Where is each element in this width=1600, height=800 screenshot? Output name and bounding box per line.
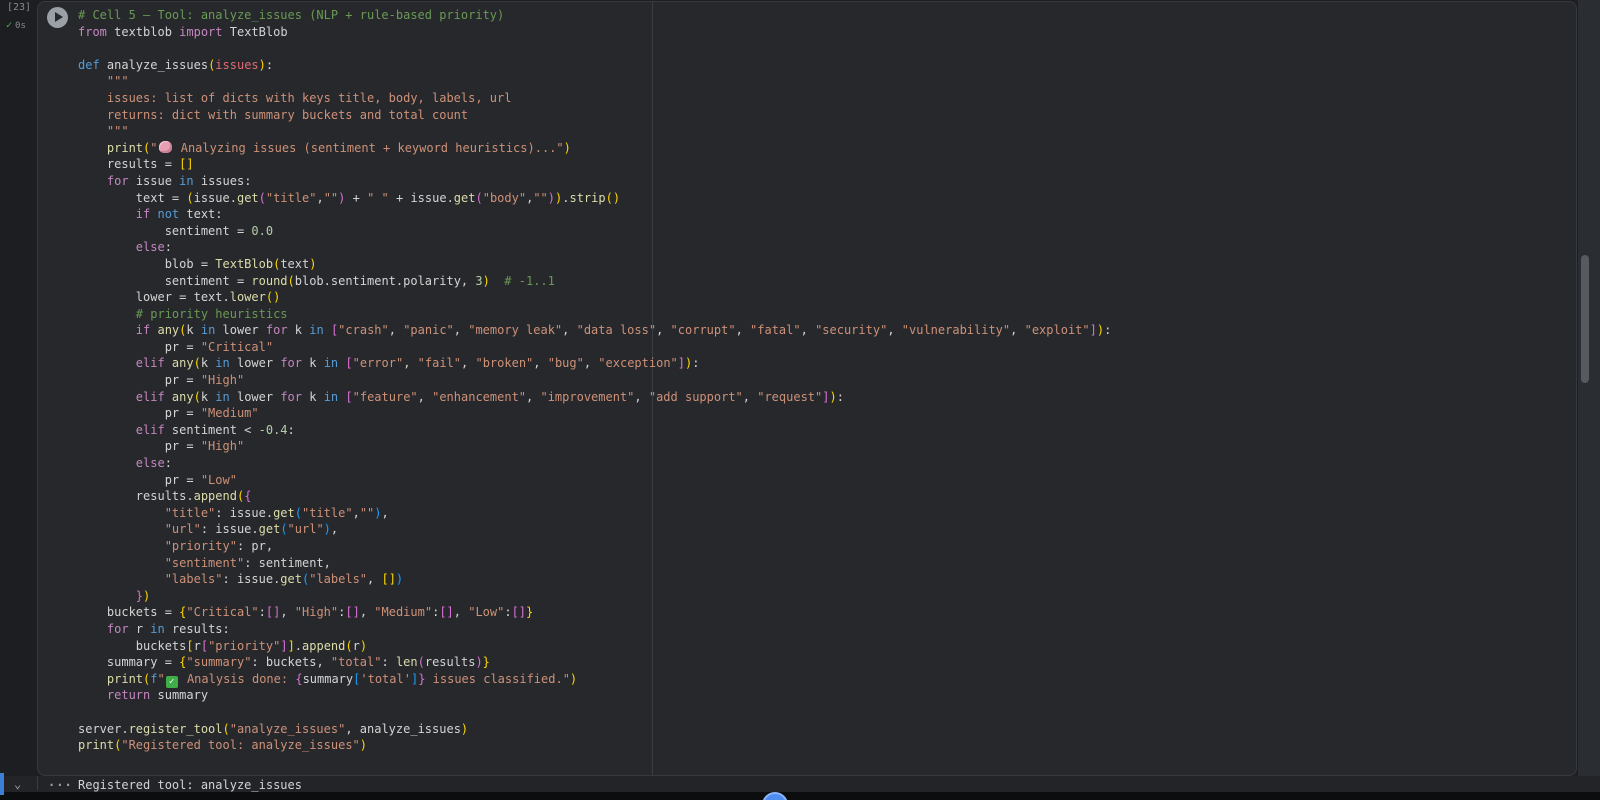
code-line: """ bbox=[78, 124, 129, 139]
code-line: for r in results: bbox=[106, 621, 230, 636]
code-line: return summary bbox=[106, 688, 209, 703]
code-line: # priority heuristics bbox=[135, 306, 288, 321]
code-line: print(" Analyzing issues (sentiment + ke… bbox=[106, 140, 571, 155]
code-line: sentiment = round(blob.sentiment.polarit… bbox=[78, 273, 555, 288]
scrollbar-thumb[interactable] bbox=[1581, 255, 1589, 383]
code-line: summary = {"summary": buckets, "total": … bbox=[78, 655, 490, 670]
code-line: "title": issue.get("title",""), bbox=[164, 505, 389, 520]
code-line: returns: dict with summary buckets and t… bbox=[78, 107, 469, 122]
code-line: results.append({ bbox=[78, 489, 252, 504]
code-line: sentiment = 0.0 bbox=[78, 223, 274, 238]
cell-output-area: ⌄ ... Registered tool: analyze_issues bbox=[0, 775, 1600, 792]
code-line: from textblob import TextBlob bbox=[78, 24, 288, 39]
cell-status: ✓ 0s bbox=[6, 15, 26, 33]
code-line: pr = "Medium" bbox=[78, 406, 259, 421]
code-line: else: bbox=[135, 240, 172, 255]
run-cell-button[interactable] bbox=[47, 7, 68, 28]
output-text: Registered tool: analyze_issues bbox=[78, 778, 302, 792]
output-left-separator bbox=[37, 776, 38, 790]
code-line: blob = TextBlob(text) bbox=[78, 256, 317, 271]
code-line: "sentiment": sentiment, bbox=[164, 555, 331, 570]
focus-indicator-bar bbox=[0, 773, 4, 795]
code-line: pr = "High" bbox=[78, 373, 245, 388]
code-line: if any(k in lower for k in ["crash", "pa… bbox=[135, 323, 1112, 338]
code-line: if not text: bbox=[135, 207, 223, 222]
code-line: results = [] bbox=[78, 157, 194, 172]
success-check-icon: ✓ bbox=[6, 20, 13, 31]
code-line: pr = "High" bbox=[78, 439, 245, 454]
code-line: elif any(k in lower for k in ["error", "… bbox=[135, 356, 700, 371]
code-line: "priority": pr, bbox=[164, 539, 274, 553]
code-cell-editor[interactable]: # Cell 5 — Tool: analyze_issues (NLP + r… bbox=[37, 1, 1577, 776]
execution-time: 0s bbox=[15, 21, 26, 31]
code-line: buckets = {"Critical":[], "High":[], "Me… bbox=[78, 605, 534, 620]
check-emoji-icon bbox=[165, 675, 178, 688]
brain-emoji-icon bbox=[158, 140, 172, 153]
cell-gutter: [23] ✓ 0s bbox=[0, 0, 37, 776]
code-line: """ bbox=[78, 74, 129, 89]
collapse-output-chevron-icon[interactable]: ⌄ bbox=[14, 777, 21, 791]
code-line: print("Registered tool: analyze_issues") bbox=[78, 738, 368, 753]
code-line: pr = "Low" bbox=[78, 472, 237, 487]
code-line: "labels": issue.get("labels", []) bbox=[164, 572, 404, 587]
code-line: elif any(k in lower for k in ["feature",… bbox=[135, 389, 844, 404]
code-line: pr = "Critical" bbox=[78, 339, 274, 354]
execution-count: [23] bbox=[7, 2, 32, 13]
output-menu-ellipsis-icon[interactable]: ... bbox=[48, 775, 73, 789]
code-lines[interactable]: # Cell 5 — Tool: analyze_issues (NLP + r… bbox=[78, 7, 1572, 771]
code-line: }) bbox=[135, 588, 151, 603]
bottom-bar bbox=[0, 792, 1600, 800]
code-line: for issue in issues: bbox=[106, 173, 252, 188]
code-line: buckets[r["priority"]].append(r) bbox=[78, 638, 368, 653]
code-line: issues: list of dicts with keys title, b… bbox=[78, 90, 512, 105]
code-line: lower = text.lower() bbox=[78, 290, 281, 305]
play-icon bbox=[55, 12, 63, 22]
code-line: elif sentiment < -0.4: bbox=[135, 422, 295, 437]
code-line: # Cell 5 — Tool: analyze_issues (NLP + r… bbox=[78, 8, 505, 22]
code-line: text = (issue.get("title","") + " " + is… bbox=[78, 190, 621, 205]
code-line: server.register_tool("analyze_issues", a… bbox=[78, 721, 469, 736]
code-line: print(f" Analysis done: {summary['total'… bbox=[78, 671, 1572, 688]
code-line: def analyze_issues(issues): bbox=[78, 57, 274, 72]
notebook-page: { "colors": { "page_bg": "#1c1e21", "edi… bbox=[0, 0, 1600, 800]
code-line: "url": issue.get("url"), bbox=[164, 522, 339, 537]
code-line: else: bbox=[135, 456, 172, 471]
scrollbar-track bbox=[1578, 0, 1600, 776]
